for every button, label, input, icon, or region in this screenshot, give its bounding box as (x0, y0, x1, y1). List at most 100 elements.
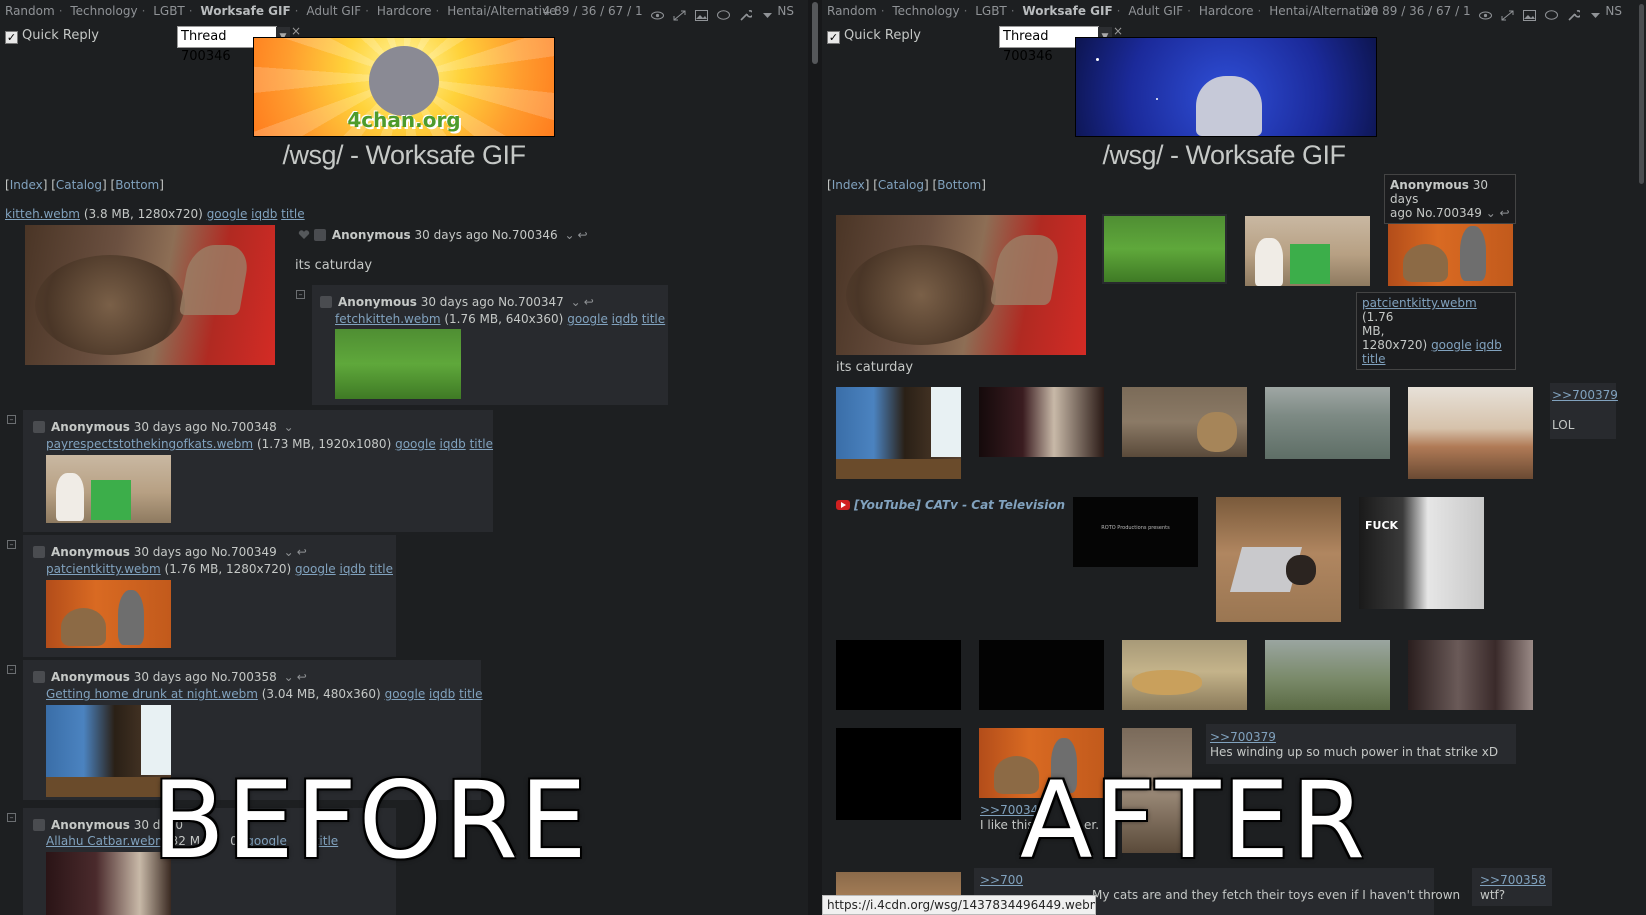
left-scrollbar-thumb[interactable] (812, 2, 818, 64)
reply-thumbnail-cat-chair[interactable] (46, 455, 171, 523)
board-link-random[interactable]: Random (827, 4, 877, 18)
gallery-thumb-black[interactable] (979, 640, 1104, 710)
collapse-icon[interactable]: – (296, 290, 305, 299)
gallery-thumb-doorway[interactable] (979, 387, 1104, 457)
iqdb-link[interactable]: iqdb (1476, 338, 1502, 352)
iqdb-link[interactable]: iqdb (339, 562, 365, 576)
right-scrollbar[interactable] (1636, 0, 1646, 915)
board-banner[interactable] (1075, 37, 1377, 137)
google-link[interactable]: google (207, 207, 248, 221)
chevron-down-icon[interactable]: ⌄ (571, 295, 581, 309)
gallery-thumb-people[interactable] (1408, 640, 1533, 710)
reply-arrow-icon[interactable]: ↩ (578, 228, 588, 242)
bottom-link[interactable]: Bottom (115, 178, 159, 192)
tooltip-filename-link[interactable]: patcientkitty.webm (1362, 296, 1477, 310)
iqdb-link[interactable]: iqdb (440, 437, 466, 451)
gallery-thumb-black[interactable] (836, 640, 961, 710)
board-link-adult-gif[interactable]: Adult GIF (306, 4, 361, 18)
post-number[interactable]: No.700346 (492, 228, 558, 242)
chevron-down-icon[interactable]: ⌄ (284, 420, 294, 434)
google-link[interactable]: google (1431, 338, 1472, 352)
image-icon[interactable] (695, 6, 709, 21)
google-link[interactable]: google (295, 562, 336, 576)
gallery-thumb-enclosure[interactable] (1265, 640, 1390, 710)
ns-label[interactable]: NS (777, 4, 794, 18)
board-link-hardcore[interactable]: Hardcore (377, 4, 432, 18)
collapse-icon[interactable]: – (7, 813, 16, 822)
post-select-checkbox[interactable] (33, 819, 45, 831)
ns-label[interactable]: NS (1605, 4, 1622, 18)
board-link-worksafe-gif[interactable]: Worksafe GIF (1022, 4, 1112, 18)
gallery-thumb-cat-fuck[interactable]: FUCK (1359, 497, 1484, 609)
close-icon[interactable]: × (1113, 24, 1123, 38)
gallery-thumb-cat-desk[interactable] (1122, 387, 1247, 457)
collapse-icon[interactable]: – (7, 665, 16, 674)
expand-icon[interactable] (1501, 6, 1514, 21)
checkbox-checked-icon[interactable]: ✓ (827, 31, 840, 44)
quote-link[interactable]: >>700379 (1552, 388, 1618, 402)
gallery-thumb-door[interactable] (836, 387, 961, 479)
gallery-thumb-video-black[interactable]: ROTO Productions presents (1073, 497, 1198, 567)
board-link-hentai[interactable]: Hentai/Alternative (447, 4, 556, 18)
wrench-icon[interactable] (739, 6, 754, 21)
board-link-lgbt[interactable]: LGBT (153, 4, 185, 18)
quote-link[interactable]: >>700358 (1480, 873, 1546, 887)
gallery-thumb-grass[interactable] (1102, 214, 1227, 284)
gallery-thumb-cheetah[interactable] (1122, 640, 1247, 710)
reply-filename-link[interactable]: fetchkitteh.webm (335, 312, 441, 326)
post-select-checkbox[interactable] (320, 296, 332, 308)
chevron-down-icon[interactable]: ⌄ (564, 228, 574, 242)
title-link[interactable]: title (470, 437, 493, 451)
op-filename-link[interactable]: kitteh.webm (5, 207, 80, 221)
title-link[interactable]: title (281, 207, 304, 221)
reply-filename-link[interactable]: Getting home drunk at night.webm (46, 687, 258, 701)
quick-reply-toggle[interactable]: ✓ Quick Reply (5, 28, 99, 48)
quote-link[interactable]: >>700 (980, 873, 1023, 887)
chevron-down-icon[interactable]: ⌄ (284, 670, 294, 684)
post-number[interactable]: No.700349 (211, 545, 277, 559)
board-link-hardcore[interactable]: Hardcore (1199, 4, 1254, 18)
google-link[interactable]: google (385, 687, 426, 701)
reply-arrow-icon[interactable]: ↩ (297, 545, 307, 559)
iqdb-link[interactable]: iqdb (251, 207, 277, 221)
reply-arrow-icon[interactable]: ↩ (297, 670, 307, 684)
iqdb-link[interactable]: iqdb (429, 687, 455, 701)
gallery-thumb-cat-window[interactable] (1408, 387, 1533, 479)
gallery-thumb-cat-chair[interactable] (1245, 216, 1370, 286)
collapse-icon[interactable]: – (7, 415, 16, 424)
gallery-thumb-street[interactable] (1265, 387, 1390, 459)
reply-arrow-icon[interactable]: ↩ (584, 295, 594, 309)
board-banner[interactable]: 4chan.org (253, 37, 555, 137)
post-select-checkbox[interactable] (33, 671, 45, 683)
title-link[interactable]: title (1362, 352, 1385, 366)
reply-arrow-icon[interactable]: ⌄ ↩ (1486, 206, 1510, 220)
youtube-title[interactable]: [YouTube] CATv - Cat Television (854, 498, 1065, 512)
board-link-adult-gif[interactable]: Adult GIF (1128, 4, 1183, 18)
google-link[interactable]: google (567, 312, 608, 326)
index-link[interactable]: Index (832, 178, 865, 192)
chevron-down-icon[interactable] (1589, 6, 1602, 18)
wrench-icon[interactable] (1567, 6, 1582, 21)
board-link-technology[interactable]: Technology (892, 4, 959, 18)
reply-thumbnail-cat-parrot[interactable] (46, 580, 171, 648)
collapse-icon[interactable]: – (7, 540, 16, 549)
title-link[interactable]: title (459, 687, 482, 701)
iqdb-link[interactable]: iqdb (612, 312, 638, 326)
board-link-lgbt[interactable]: LGBT (975, 4, 1007, 18)
post-number[interactable]: No.700358 (211, 670, 277, 684)
quick-reply-toggle[interactable]: ✓ Quick Reply (827, 28, 921, 48)
gallery-thumb-cat-parrot[interactable] (1388, 216, 1513, 286)
title-link[interactable]: title (642, 312, 665, 326)
catalog-link[interactable]: Catalog (56, 178, 102, 192)
gallery-thumb-op-cat[interactable] (836, 215, 1086, 355)
board-link-random[interactable]: Random (5, 4, 55, 18)
gallery-thumb-black[interactable] (836, 728, 961, 820)
close-icon[interactable]: × (291, 24, 301, 38)
title-link[interactable]: title (370, 562, 393, 576)
expand-icon[interactable] (673, 6, 686, 21)
youtube-embed-link[interactable]: [YouTube] CATv - Cat Television (836, 498, 1065, 512)
comment-icon[interactable] (1544, 6, 1558, 20)
reply-filename-link[interactable]: patcientkitty.webm (46, 562, 161, 576)
checkbox-checked-icon[interactable]: ✓ (5, 31, 18, 44)
image-icon[interactable] (1523, 6, 1537, 21)
